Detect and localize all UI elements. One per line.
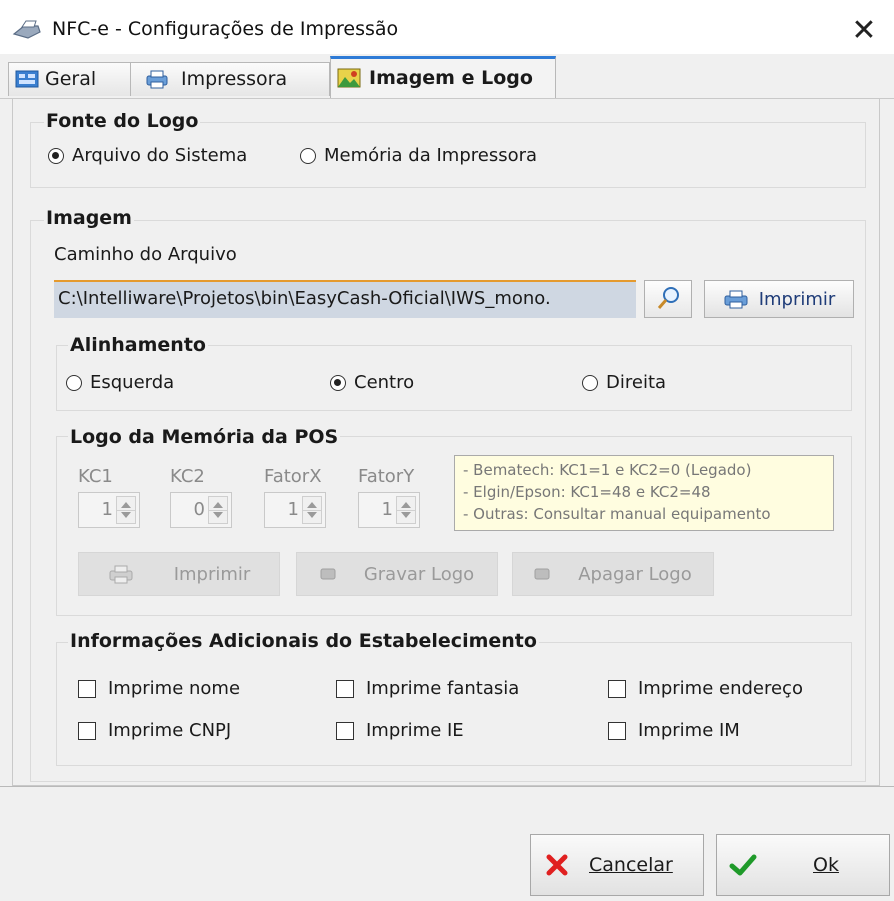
checkbox-label: Imprime endereço [638, 678, 803, 699]
close-button[interactable]: ✕ [834, 10, 894, 52]
image-icon [337, 68, 361, 88]
logo-memoria-title: Logo da Memória da POS [68, 426, 341, 448]
search-icon [657, 287, 679, 309]
tab-geral[interactable]: Geral [8, 62, 136, 96]
checkbox-label: Imprime IM [638, 720, 740, 741]
radio-indicator [330, 374, 346, 391]
kc1-label: KC1 [78, 466, 113, 487]
fatory-label: FatorY [358, 466, 415, 487]
delete-logo-button[interactable]: Apagar Logo [512, 552, 714, 596]
printer-icon [109, 565, 133, 584]
checkbox-imprime-im[interactable]: Imprime IM [608, 720, 740, 741]
tab-strip: Geral Impressora Imagem e Logo [0, 54, 894, 99]
checkbox-box [608, 679, 626, 698]
checkbox-label: Imprime fantasia [366, 678, 520, 699]
printer-icon [146, 70, 168, 89]
spinner-arrows[interactable] [208, 496, 228, 524]
checkbox-box [78, 721, 96, 740]
radio-indicator [582, 374, 598, 391]
printer-hints-box: - Bematech: KC1=1 e KC2=0 (Legado) - Elg… [454, 455, 834, 531]
imagem-title: Imagem [44, 207, 134, 229]
radio-indicator [66, 374, 82, 391]
hint-line: - Outras: Consultar manual equipamento [463, 505, 771, 523]
cancel-button[interactable]: Cancelar [530, 834, 704, 896]
print-logo-label: Imprimir [173, 563, 251, 585]
hint-line: - Elgin/Epson: KC1=48 e KC2=48 [463, 483, 711, 501]
spinner-value: 1 [381, 499, 393, 520]
check-icon [729, 854, 757, 876]
close-icon [546, 854, 568, 876]
radio-label: Esquerda [90, 372, 175, 393]
spinner-value: 1 [101, 499, 113, 520]
ok-label: Ok [813, 854, 839, 876]
checkbox-label: Imprime IE [366, 720, 464, 741]
title-bar: NFC-e - Configurações de Impressão ✕ [0, 0, 894, 60]
radio-direita[interactable]: Direita [582, 372, 666, 393]
save-logo-button[interactable]: Gravar Logo [296, 552, 498, 596]
file-path-input[interactable]: C:\Intelliware\Projetos\bin\EasyCash-Ofi… [54, 280, 636, 318]
fatory-spinner[interactable]: 1 [358, 492, 420, 528]
fonte-logo-title: Fonte do Logo [44, 110, 201, 132]
kc2-label: KC2 [170, 466, 205, 487]
radio-arquivo-sistema[interactable]: Arquivo do Sistema [48, 145, 247, 166]
checkbox-label: Imprime nome [108, 678, 241, 699]
spinner-value: 1 [287, 499, 299, 520]
dialog-window: NFC-e - Configurações de Impressão ✕ Ger… [0, 0, 894, 901]
radio-label: Memória da Impressora [324, 145, 538, 166]
radio-memoria-impressora[interactable]: Memória da Impressora [300, 145, 537, 166]
checkbox-imprime-nome[interactable]: Imprime nome [78, 678, 240, 699]
tab-geral-label: Geral [45, 68, 97, 90]
footer-separator [0, 786, 894, 787]
radio-label: Direita [606, 372, 667, 393]
checkbox-box [336, 721, 354, 740]
tab-imagem-logo-label: Imagem e Logo [369, 67, 533, 89]
radio-label: Centro [354, 372, 415, 393]
spinner-arrows[interactable] [396, 496, 416, 524]
radio-centro[interactable]: Centro [330, 372, 414, 393]
spinner-arrows[interactable] [116, 496, 136, 524]
info-adicionais-title: Informações Adicionais do Estabeleciment… [68, 630, 539, 652]
checkbox-box [78, 679, 96, 698]
alinhamento-title: Alinhamento [68, 334, 208, 356]
tab-impressora-label: Impressora [181, 68, 288, 90]
fatorx-spinner[interactable]: 1 [264, 492, 326, 528]
ok-button[interactable]: Ok [716, 834, 890, 896]
memory-chip-icon [534, 568, 550, 580]
checkbox-label: Imprime CNPJ [108, 720, 232, 741]
spinner-value: 0 [193, 499, 205, 520]
printer-icon [12, 20, 41, 39]
radio-label: Arquivo do Sistema [72, 145, 248, 166]
save-logo-label: Gravar Logo [363, 563, 475, 585]
browse-button[interactable] [644, 280, 692, 318]
radio-esquerda[interactable]: Esquerda [66, 372, 174, 393]
radio-indicator [48, 147, 64, 164]
printer-icon [724, 290, 748, 309]
tab-imagem-logo[interactable]: Imagem e Logo [330, 56, 556, 98]
print-logo-button[interactable]: Imprimir [78, 552, 280, 596]
checkbox-imprime-ie[interactable]: Imprime IE [336, 720, 464, 741]
checkbox-imprime-endereco[interactable]: Imprime endereço [608, 678, 803, 699]
cancel-label: Cancelar [589, 854, 673, 876]
hint-line: - Bematech: KC1=1 e KC2=0 (Legado) [463, 461, 752, 479]
settings-grid-icon [15, 70, 39, 88]
window-title: NFC-e - Configurações de Impressão [52, 18, 399, 40]
info-adicionais-group [56, 642, 852, 766]
spinner-arrows[interactable] [302, 496, 322, 524]
delete-logo-label: Apagar Logo [578, 563, 692, 585]
checkbox-box [608, 721, 626, 740]
checkbox-imprime-fantasia[interactable]: Imprime fantasia [336, 678, 519, 699]
print-image-button[interactable]: Imprimir [704, 280, 854, 318]
radio-indicator [300, 147, 316, 164]
tab-impressora[interactable]: Impressora [130, 62, 330, 96]
memory-chip-icon [320, 568, 336, 580]
kc1-spinner[interactable]: 1 [78, 492, 140, 528]
kc2-spinner[interactable]: 0 [170, 492, 232, 528]
path-label: Caminho do Arquivo [54, 244, 237, 265]
fatorx-label: FatorX [264, 466, 322, 487]
print-image-label: Imprimir [758, 288, 836, 310]
checkbox-box [336, 679, 354, 698]
checkbox-imprime-cnpj[interactable]: Imprime CNPJ [78, 720, 231, 741]
